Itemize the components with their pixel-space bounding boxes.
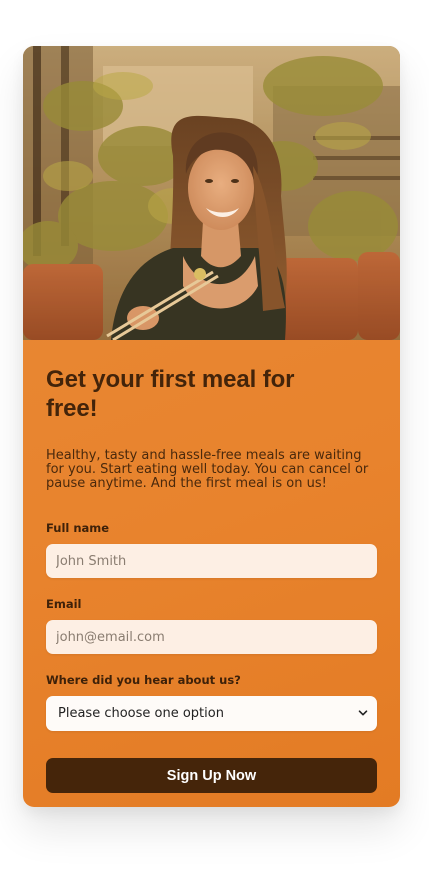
page-description: Healthy, tasty and hassle-free meals are…	[46, 448, 369, 491]
full-name-label: Full name	[46, 521, 110, 535]
hero-photo	[23, 46, 400, 340]
signup-card: Get your first meal for free! Healthy, t…	[23, 46, 400, 807]
source-label: Where did you hear about us?	[46, 673, 241, 687]
source-select-value: Please choose one option	[58, 706, 224, 721]
full-name-input[interactable]	[46, 544, 377, 578]
email-label: Email	[46, 597, 82, 611]
page-title: Get your first meal for free!	[46, 366, 295, 422]
source-select[interactable]: Please choose one option	[46, 696, 377, 731]
sign-up-button[interactable]: Sign Up Now	[46, 758, 377, 793]
chevron-down-icon	[358, 710, 368, 716]
email-input[interactable]	[46, 620, 377, 654]
signup-content: Get your first meal for free! Healthy, t…	[23, 340, 400, 793]
woman-eating-photo	[23, 46, 400, 340]
